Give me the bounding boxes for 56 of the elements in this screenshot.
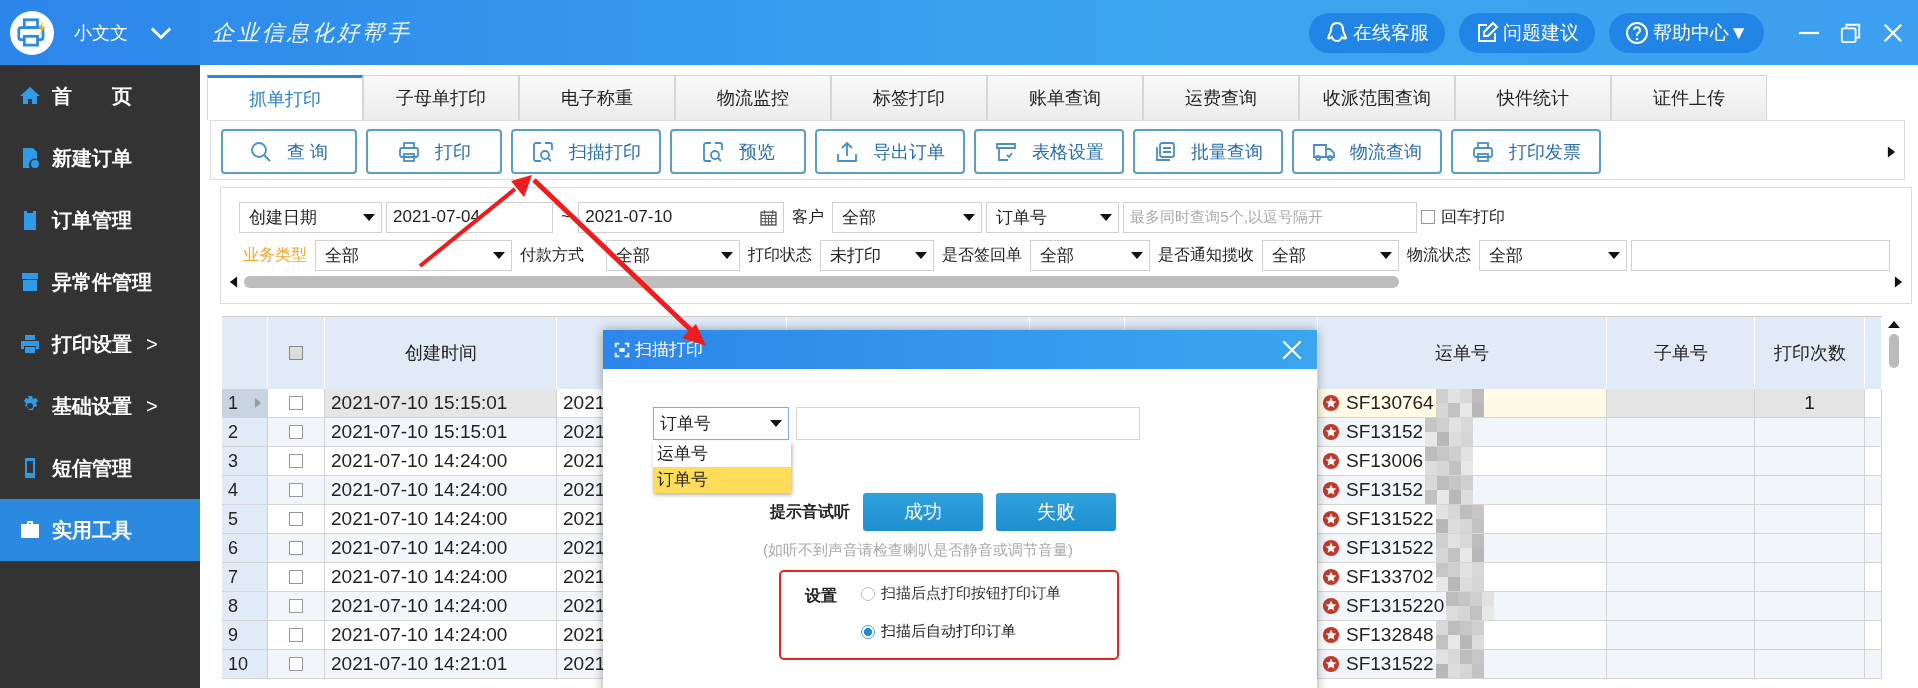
table-cell: 2021-07-10 14:24:00 (331, 595, 508, 617)
table-cell: 2021 (563, 537, 606, 559)
table-cell: SF13152 (1346, 421, 1424, 443)
table-cell: SF13152 (1346, 479, 1424, 501)
row-number: 1 (228, 392, 238, 414)
table-cell: 1 (1804, 392, 1815, 414)
row-number: 7 (228, 566, 238, 588)
table-cell: SF131522 (1346, 508, 1434, 530)
row-number: 2 (228, 421, 238, 443)
table-cell: SF132848 (1346, 624, 1434, 646)
table-cell: 2021 (563, 508, 606, 530)
row-number: 8 (228, 595, 238, 617)
table-cell: 2021 (563, 450, 606, 472)
radio-label: 扫描后点打印按钮打印订单 (881, 584, 1061, 603)
table-cell: SF130764 (1346, 392, 1434, 414)
row-number: 3 (228, 450, 238, 472)
settings-label: 设置 (805, 586, 838, 606)
table-cell: 2021 (563, 624, 606, 646)
table-cell: 2021 (563, 566, 606, 588)
table-cell: 2021-07-10 14:24:00 (331, 624, 508, 646)
radio-label: 扫描后自动打印订单 (881, 622, 1016, 641)
table-cell: SF131522 (1346, 537, 1434, 559)
filter-label: 业务类型 (243, 244, 307, 265)
table-cell: 2021-07-10 15:15:01 (331, 421, 508, 443)
table-cell: SF1315220 (1346, 595, 1445, 617)
row-number: 5 (228, 508, 238, 530)
table-cell: SF133702 (1346, 566, 1434, 588)
filter-label: 付款方式 (520, 244, 584, 265)
row-number: 10 (228, 653, 249, 675)
app-slogan: 企业信息化好帮手 (212, 18, 412, 47)
filter-label: 是否签回单 (942, 244, 1022, 265)
filter-label: 客户 (792, 206, 825, 227)
table-cell: 2021-07-10 14:24:00 (331, 450, 508, 472)
table-cell: 2021-07-10 14:24:00 (331, 537, 508, 559)
table-cell: 2021-07-10 15:15:01 (331, 392, 508, 414)
filter-label: 打印状态 (748, 244, 812, 265)
filter-label: 是否通知揽收 (1158, 244, 1254, 265)
table-cell: 2021 (563, 392, 606, 414)
row-number: 6 (228, 537, 238, 559)
filter-label: ~ (561, 208, 571, 226)
table-cell: 2021 (563, 595, 606, 617)
row-number: 4 (228, 479, 238, 501)
table-cell: 2021-07-10 14:24:00 (331, 566, 508, 588)
filter-label: 物流状态 (1407, 244, 1471, 265)
table-cell: 2021-07-10 14:21:01 (331, 653, 508, 675)
dialog-title: 扫描打印 (635, 339, 703, 361)
table-cell: 2021-07-10 14:24:00 (331, 479, 508, 501)
table-cell: 2021 (563, 653, 606, 675)
checkbox-label: 回车打印 (1441, 206, 1506, 227)
table-cell: 2021-07-10 14:24:00 (331, 508, 508, 530)
table-cell: 2021 (563, 421, 606, 443)
table-cell: 2021 (563, 479, 606, 501)
row-number: 9 (228, 624, 238, 646)
hint-text: (如听不到声音请检查喇叭是否静音或调节音量) (763, 541, 1074, 560)
table-cell: SF131522 (1346, 653, 1434, 675)
table-cell: SF13006 (1346, 450, 1424, 472)
